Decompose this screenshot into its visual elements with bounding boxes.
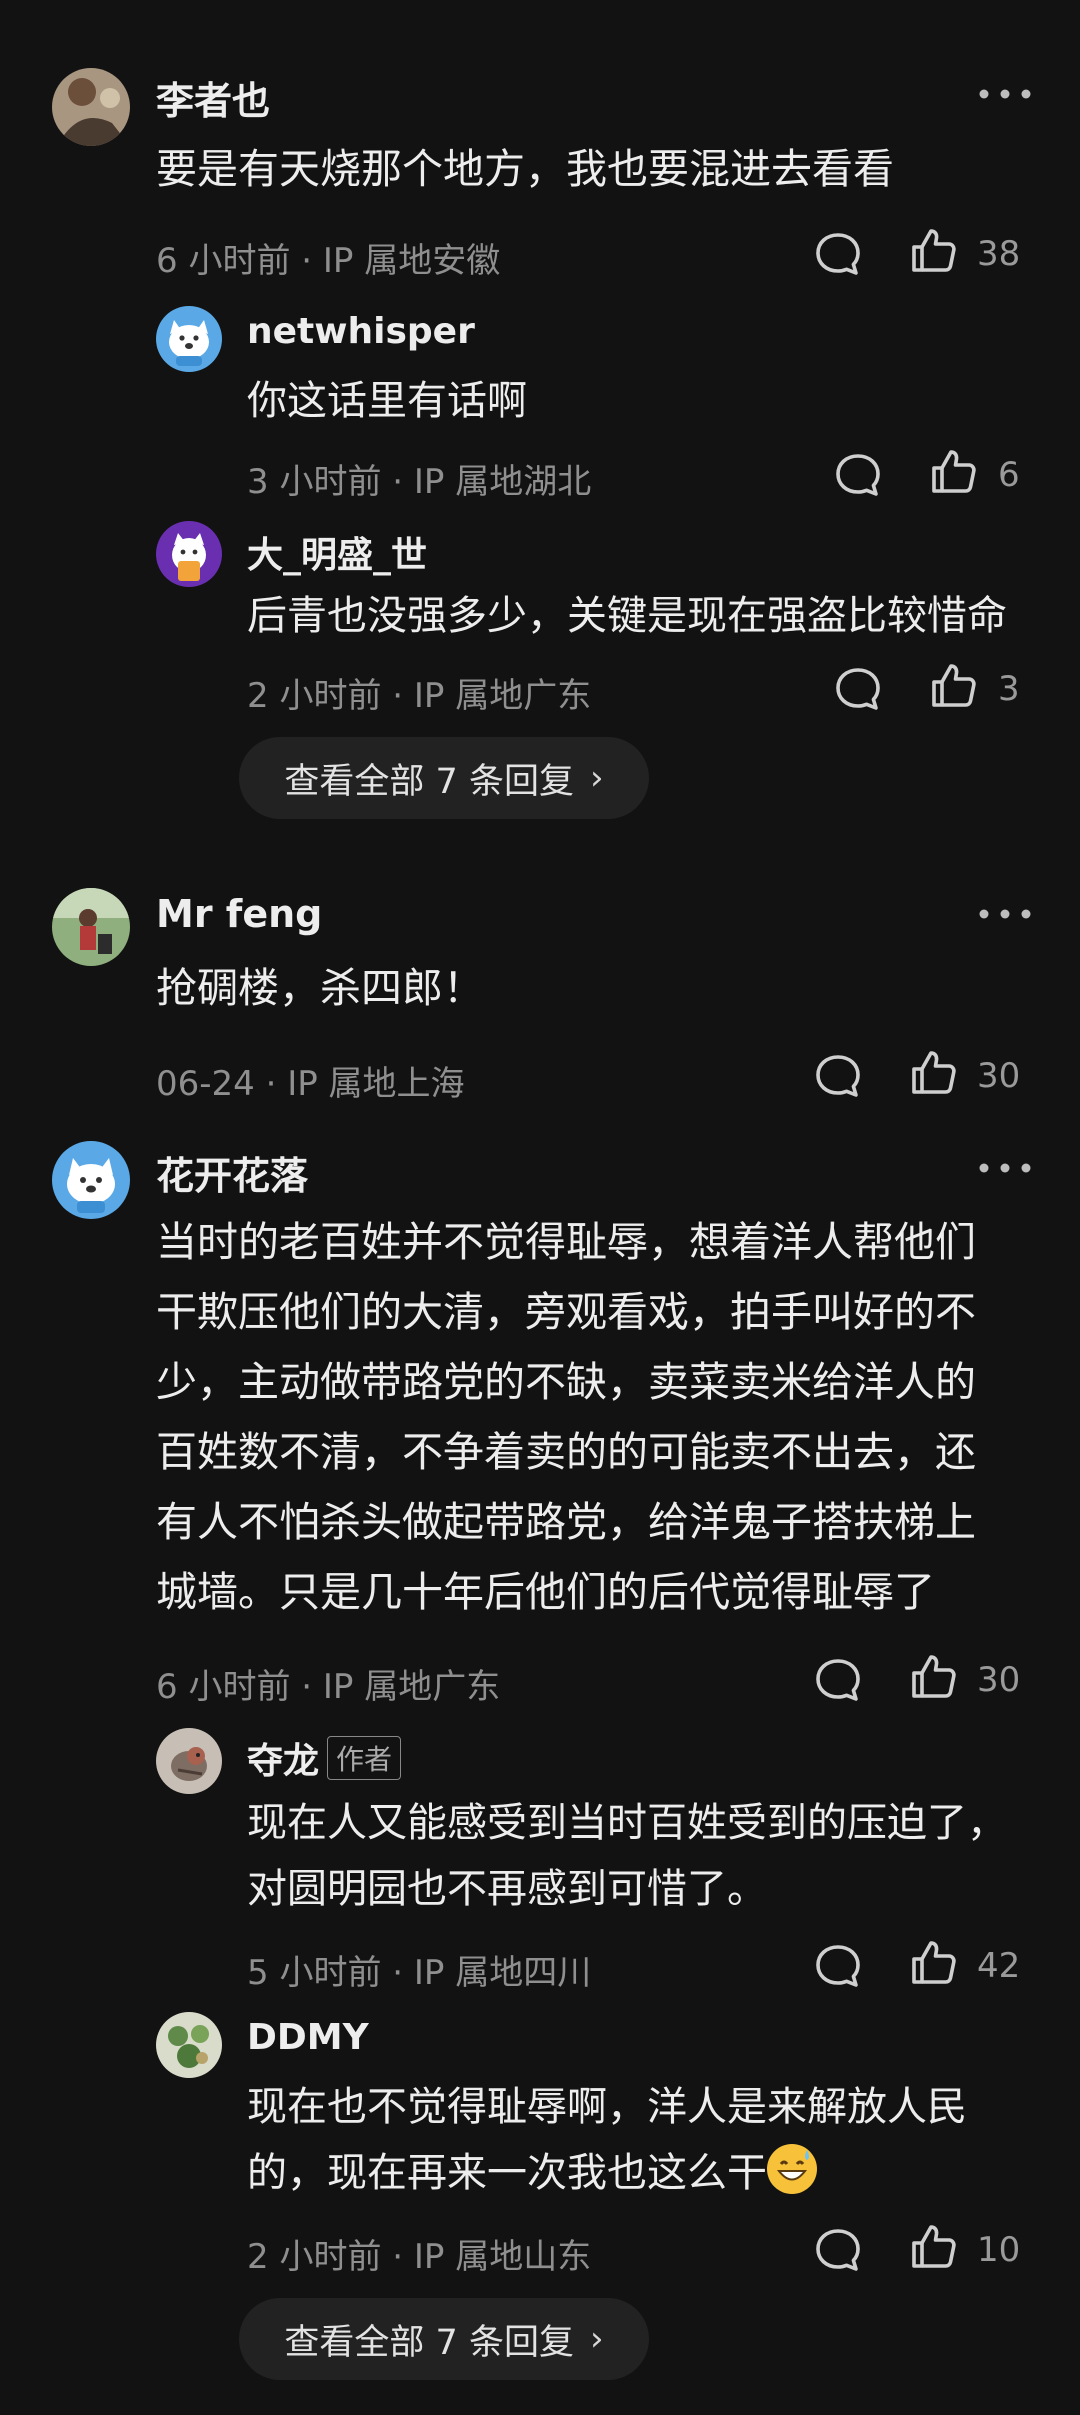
reply-author[interactable]: DDMY xyxy=(247,2017,369,2058)
comment-bubble-icon[interactable] xyxy=(813,1941,863,1991)
reply-author[interactable]: 夺龙 作者 xyxy=(247,1732,402,1784)
like-count: 10 xyxy=(977,2230,1021,2270)
comment-text-line: 百姓数不清，不争着卖的的可能卖不出去，还 xyxy=(156,1428,976,1476)
more-options-button[interactable] xyxy=(978,88,1032,100)
comment-text: 要是有天烧那个地方，我也要混进去看看 xyxy=(156,145,894,193)
avatar[interactable] xyxy=(52,68,130,146)
reply-author-name: 夺龙 xyxy=(247,1741,320,1782)
avatar[interactable] xyxy=(52,1141,130,1219)
comment-author[interactable]: 李者也 xyxy=(156,70,270,125)
comment-meta: 6 小时前 · IP 属地广东 xyxy=(156,1667,501,1707)
reply-meta: 3 小时前 · IP 属地湖北 xyxy=(247,462,592,502)
comment-bubble-icon[interactable] xyxy=(833,664,883,714)
view-all-replies-button[interactable]: 查看全部 7 条回复 › xyxy=(239,737,649,819)
like-count: 30 xyxy=(977,1056,1021,1096)
more-options-button[interactable] xyxy=(978,1162,1032,1174)
more-dots-icon xyxy=(978,908,1032,920)
comment-bubble-icon[interactable] xyxy=(813,2225,863,2275)
reply-text-line: 对圆明园也不再感到可惜了。 xyxy=(247,1866,767,1912)
like-count: 6 xyxy=(998,455,1020,495)
like-count: 30 xyxy=(977,1660,1021,1700)
like-count: 38 xyxy=(977,234,1021,274)
more-options-button[interactable] xyxy=(978,908,1032,920)
chevron-right-icon: › xyxy=(589,2319,604,2359)
thumbs-up-icon[interactable] xyxy=(929,661,979,711)
avatar[interactable] xyxy=(156,1728,222,1794)
comment-meta: 06-24 · IP 属地上海 xyxy=(156,1064,465,1104)
reply-text: 你这话里有话啊 xyxy=(247,378,527,424)
like-count: 42 xyxy=(977,1946,1021,1986)
thumbs-up-icon[interactable] xyxy=(909,1652,959,1702)
more-dots-icon xyxy=(978,1162,1032,1174)
author-badge: 作者 xyxy=(327,1736,402,1780)
reply-text-line: 现在人又能感受到当时百姓受到的压迫了， xyxy=(247,1800,1007,1846)
comment-text-line: 有人不怕杀头做起带路党，给洋鬼子搭扶梯上 xyxy=(156,1498,976,1546)
comment-text-line: 当时的老百姓并不觉得耻辱，想着洋人帮他们 xyxy=(156,1218,976,1266)
reply-text-line: 的，现在再来一次我也这么干 xyxy=(247,2150,767,2196)
comment-author[interactable]: Mr feng xyxy=(156,892,322,936)
reply-author[interactable]: netwhisper xyxy=(247,311,475,352)
thumbs-up-icon[interactable] xyxy=(909,226,959,276)
comment-item: 李者也 要是有天烧那个地方，我也要混进去看看 6 小时前 · IP 属地安徽 3… xyxy=(0,0,1080,850)
comment-bubble-icon[interactable] xyxy=(833,450,883,500)
thumbs-up-icon[interactable] xyxy=(929,447,979,497)
chevron-right-icon: › xyxy=(589,758,604,798)
more-dots-icon xyxy=(978,88,1032,100)
comment-text: 当时的老百姓并不觉得耻辱，想着洋人帮他们 干欺压他们的大清，旁观看戏，拍手叫好的… xyxy=(156,1207,1036,1627)
comment-bubble-icon[interactable] xyxy=(813,229,863,279)
comment-text: 抢碉楼，杀四郎！ xyxy=(156,964,484,1012)
reply-meta: 2 小时前 · IP 属地山东 xyxy=(247,2237,592,2277)
reply-meta: 5 小时前 · IP 属地四川 xyxy=(247,1953,592,1993)
comment-bubble-icon[interactable] xyxy=(813,1051,863,1101)
reply-text: 现在人又能感受到当时百姓受到的压迫了， 对圆明园也不再感到可惜了。 xyxy=(247,1790,1007,1922)
reply-text: 后青也没强多少，关键是现在强盗比较惜命 xyxy=(247,593,1007,639)
thumbs-up-icon[interactable] xyxy=(909,1938,959,1988)
like-count: 3 xyxy=(998,669,1020,709)
comment-text-line: 干欺压他们的大清，旁观看戏，拍手叫好的不 xyxy=(156,1288,976,1336)
avatar[interactable] xyxy=(156,2012,222,2078)
view-all-replies-label: 查看全部 7 条回复 xyxy=(284,2322,574,2363)
thumbs-up-icon[interactable] xyxy=(909,1048,959,1098)
view-all-replies-button[interactable]: 查看全部 7 条回复 › xyxy=(239,2298,649,2380)
reply-meta: 2 小时前 · IP 属地广东 xyxy=(247,676,592,716)
avatar[interactable] xyxy=(156,306,222,372)
reply-text-line: 现在也不觉得耻辱啊，洋人是来解放人民 xyxy=(247,2084,967,2130)
avatar[interactable] xyxy=(52,888,130,966)
reply-author[interactable]: 大_明盛_世 xyxy=(247,526,427,578)
reply-text: 现在也不觉得耻辱啊，洋人是来解放人民 的，现在再来一次我也这么干 xyxy=(247,2074,967,2206)
avatar[interactable] xyxy=(156,521,222,587)
reply-text-line-with-emoji: 的，现在再来一次我也这么干 xyxy=(247,2140,967,2206)
comment-author[interactable]: 花开花落 xyxy=(156,1145,308,1200)
view-all-replies-label: 查看全部 7 条回复 xyxy=(284,761,574,802)
grinning-sweat-emoji-icon xyxy=(767,2144,817,2194)
comment-bubble-icon[interactable] xyxy=(813,1655,863,1705)
comment-text-line: 少，主动做带路党的不缺，卖菜卖米给洋人的 xyxy=(156,1358,976,1406)
comment-meta: 6 小时前 · IP 属地安徽 xyxy=(156,241,501,281)
comment-text-line: 城墙。只是几十年后他们的后代觉得耻辱了 xyxy=(156,1568,935,1616)
thumbs-up-icon[interactable] xyxy=(909,2222,959,2272)
